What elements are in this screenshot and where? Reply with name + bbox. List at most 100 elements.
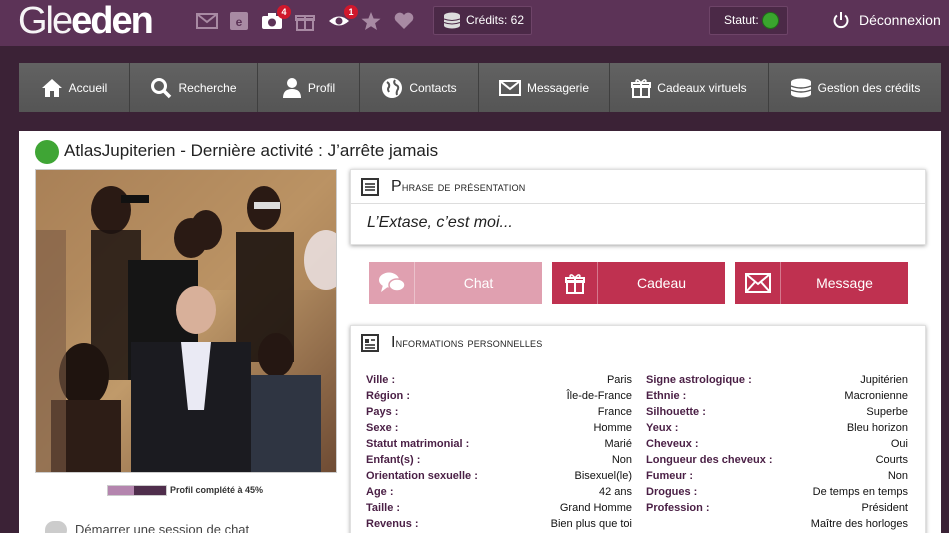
presentation-phrase: L’Extase, c’est moi... <box>367 214 513 231</box>
document-icon[interactable]: e <box>228 11 250 31</box>
info-key: Longueur des cheveux : <box>646 454 773 466</box>
info-value: Bisexuel(le) <box>574 470 632 482</box>
nav-contacts[interactable]: Contacts <box>360 63 479 112</box>
info-row: Statut matrimonial : Marié <box>366 436 632 452</box>
document-icon <box>361 178 379 196</box>
chat-icon <box>378 272 406 292</box>
info-key: Yeux : <box>646 422 679 434</box>
logout-button[interactable]: Déconnexion <box>832 9 941 31</box>
logout-label: Déconnexion <box>859 12 941 28</box>
info-row: Fumeur : Non <box>646 468 908 484</box>
search-icon <box>151 77 172 98</box>
info-row: Sexe : Homme <box>366 420 632 436</box>
envelope-icon <box>744 273 771 293</box>
info-row: Profession : Président <box>646 500 908 516</box>
info-key: Drogues : <box>646 486 698 498</box>
eye-icon[interactable]: 1 <box>328 5 358 31</box>
start-chat-session-link[interactable]: Démarrer une session de chat <box>45 521 249 533</box>
info-key: Age : <box>366 486 394 498</box>
star-icon[interactable] <box>360 11 382 31</box>
status-toggle[interactable]: Statut: <box>709 6 788 35</box>
info-value: Homme <box>593 422 632 434</box>
visits-badge: 1 <box>344 5 358 19</box>
nav-cadeaux-virtuels[interactable]: Cadeaux virtuels <box>610 63 769 112</box>
chat-button-label: Chat <box>463 275 494 291</box>
profile-panel: AtlasJupiterien - Dernière activité : J’… <box>19 131 941 533</box>
top-bar: Gleeden e 4 1 Crédits: 62 Statut: Déconn… <box>0 0 949 46</box>
profile-progress-fill <box>108 486 135 495</box>
coins-icon <box>443 12 461 29</box>
nav-label: Cadeaux virtuels <box>657 80 747 95</box>
info-row: Région : Île-de-France <box>366 388 632 404</box>
message-button[interactable]: Message <box>735 262 908 304</box>
info-key: Ville : <box>366 374 396 386</box>
chat-icon-box <box>369 262 415 304</box>
info-key: Cheveux : <box>646 438 699 450</box>
info-value: Bleu horizon <box>846 422 908 434</box>
envelope-icon-box <box>735 262 781 304</box>
cadeau-button[interactable]: Cadeau <box>552 262 725 304</box>
info-key: Sexe : <box>366 422 399 434</box>
nav-profil[interactable]: Profil <box>258 63 360 112</box>
gift-icon-box <box>552 262 598 304</box>
presentation-title-text: hrase de présentation <box>401 179 526 194</box>
info-row: Yeux : Bleu horizon <box>646 420 908 436</box>
info-value: Oui <box>890 438 908 450</box>
info-value: Jupitérien <box>860 374 908 386</box>
chat-button[interactable]: Chat <box>369 262 542 304</box>
info-row: Enfant(s) : Non <box>366 452 632 468</box>
info-key: Région : <box>366 390 410 402</box>
gift-icon[interactable] <box>294 11 316 31</box>
credits-button[interactable]: Crédits: 62 <box>433 6 532 35</box>
info-row: Ville : Paris <box>366 372 632 388</box>
nav-label: Recherche <box>178 80 237 95</box>
profile-photo-illustration <box>36 170 336 472</box>
info-row: Drogues : De temps en temps <box>646 484 908 500</box>
coins-icon <box>790 78 811 97</box>
logo-text-thin: Gle <box>18 0 73 42</box>
nav-messagerie[interactable]: Messagerie <box>479 63 610 112</box>
info-value: Marié <box>604 438 632 450</box>
info-key: Silhouette : <box>646 406 706 418</box>
info-value: Macronienne <box>844 390 908 402</box>
info-key: Orientation sexuelle : <box>366 470 478 482</box>
credits-label: Crédits: 62 <box>466 13 525 27</box>
info-key: Signe astrologique : <box>646 374 752 386</box>
camera-icon[interactable]: 4 <box>261 5 291 31</box>
user-icon <box>282 77 301 98</box>
nav-label: Contacts <box>409 80 457 95</box>
online-status-dot <box>35 140 59 164</box>
info-row: Revenus : Bien plus que toi <box>366 516 632 532</box>
home-icon <box>41 78 62 97</box>
photos-badge: 4 <box>277 5 291 19</box>
profile-headline-text: AtlasJupiterien - Dernière activité : J’… <box>64 141 439 160</box>
heart-icon[interactable] <box>393 11 415 31</box>
gleeden-logo[interactable]: Gleeden <box>18 0 154 43</box>
status-label: Statut: <box>724 13 759 27</box>
personal-info-title: Informations personnelles <box>361 334 542 352</box>
info-key: Revenus : <box>366 518 419 530</box>
presentation-title-initial: P <box>391 178 402 195</box>
info-value: Maître des horloges <box>810 518 908 530</box>
presentation-title: Phrase de présentation <box>361 178 525 196</box>
profile-photo[interactable] <box>35 169 337 473</box>
info-key: Ethnie : <box>646 390 687 402</box>
nav-recherche[interactable]: Recherche <box>130 63 258 112</box>
start-chat-session-label: Démarrer une session de chat <box>75 522 250 533</box>
nav-label: Profil <box>307 80 336 95</box>
nav-label: Gestion des crédits <box>817 80 921 95</box>
nav-gestion-credits[interactable]: Gestion des crédits <box>769 63 941 112</box>
info-key: Fumeur : <box>646 470 694 482</box>
nav-accueil[interactable]: Accueil <box>19 63 130 112</box>
info-value: Courts <box>875 454 908 466</box>
envelope-icon[interactable] <box>196 11 218 31</box>
info-row: Ethnie : Macronienne <box>646 388 908 404</box>
personal-info-title-text: nformations personnelles <box>395 335 543 350</box>
nav-label: Messagerie <box>526 80 590 95</box>
info-value: Bien plus que toi <box>550 518 632 530</box>
presentation-card: Phrase de présentation L’Extase, c’est m… <box>350 169 926 245</box>
info-value: France <box>597 406 632 418</box>
profile-progress-bar <box>107 485 167 496</box>
message-button-label: Message <box>816 275 873 291</box>
info-row: Taille : Grand Homme <box>366 500 632 516</box>
